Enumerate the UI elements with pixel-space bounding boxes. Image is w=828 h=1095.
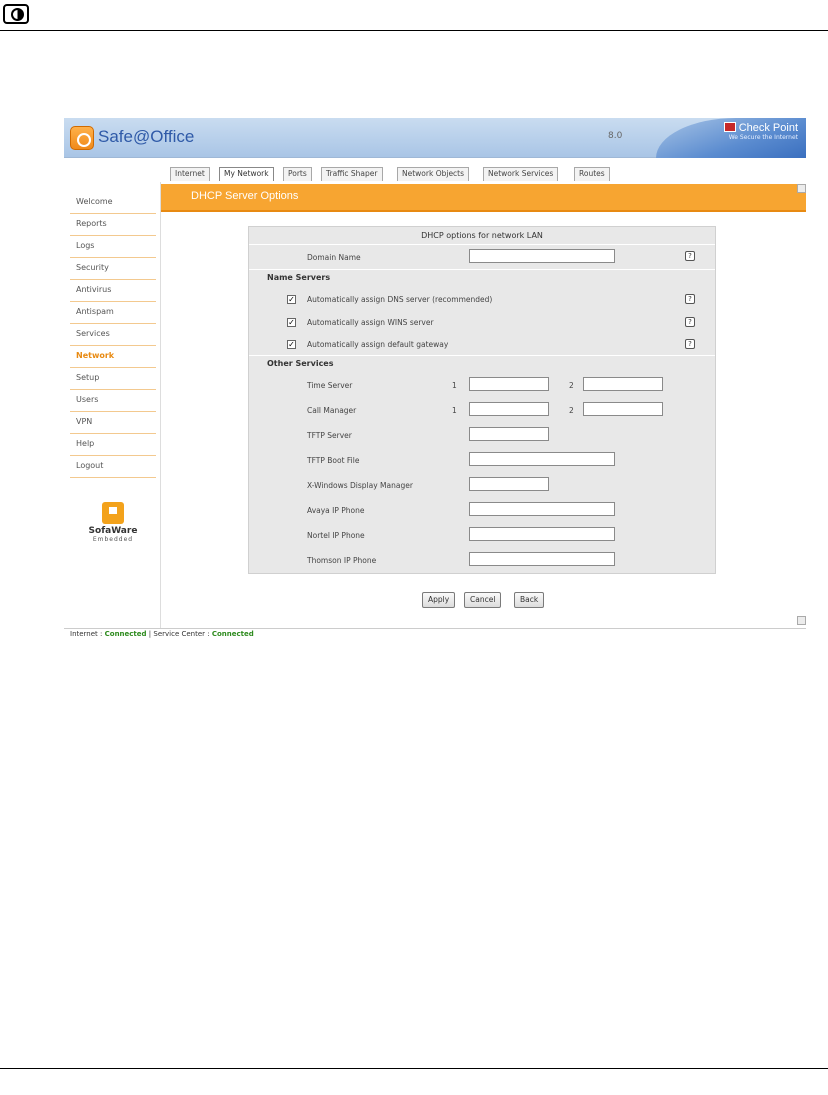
time-server-index-2: 2 [569,381,574,390]
call-manager-2-input[interactable] [583,402,663,416]
nortel-input[interactable] [469,527,615,541]
dns-checkbox-label: Automatically assign DNS server (recomme… [307,295,493,304]
help-icon[interactable]: ? [685,251,695,261]
tftp-server-label: TFTP Server [307,431,352,440]
top-rule [0,30,828,31]
avaya-label: Avaya IP Phone [307,506,365,515]
call-manager-index-2: 2 [569,406,574,415]
domain-name-label: Domain Name [307,253,361,262]
sidebar-item-vpn[interactable]: VPN [70,412,156,434]
time-server-label: Time Server [307,381,353,390]
scroll-down-arrow-icon[interactable] [797,616,806,625]
bottom-rule [0,1068,828,1069]
service-center-status-label: Service Center : [153,630,210,638]
tab-traffic-shaper[interactable]: Traffic Shaper [321,167,383,181]
time-server-index-1: 1 [452,381,457,390]
call-manager-1-input[interactable] [469,402,549,416]
brand-name: Safe@Office [98,127,195,146]
xwindows-label: X-Windows Display Manager [307,481,413,490]
sidebar-item-antivirus[interactable]: Antivirus [70,280,156,302]
sofaware-logo: SofaWare Embedded [88,502,138,543]
gateway-checkbox[interactable]: ✓ [287,340,296,349]
sidebar-item-network[interactable]: Network [70,346,156,368]
separator [249,269,715,270]
tab-network-objects[interactable]: Network Objects [397,167,470,181]
nortel-label: Nortel IP Phone [307,531,365,540]
tab-network-services[interactable]: Network Services [483,167,559,181]
status-bar: Internet : Connected | Service Center : … [64,628,806,640]
gateway-checkbox-label: Automatically assign default gateway [307,340,449,349]
name-servers-heading: Name Servers [267,273,331,282]
scroll-up-arrow-icon[interactable] [797,184,806,193]
sidebar-item-reports[interactable]: Reports [70,214,156,236]
sofaware-name: SofaWare [88,526,138,536]
sidebar-item-setup[interactable]: Setup [70,368,156,390]
apply-button[interactable]: Apply [422,592,456,608]
sidebar-item-welcome[interactable]: Welcome [70,192,156,214]
thomson-label: Thomson IP Phone [307,556,377,565]
separator [249,355,715,356]
other-services-heading: Other Services [267,359,334,368]
call-manager-index-1: 1 [452,406,457,415]
service-center-status-value: Connected [211,630,254,638]
sofa-icon [102,502,124,524]
vendor-name: Check Point [738,122,798,134]
tftp-server-input[interactable] [469,427,549,441]
vendor-tagline: We Secure the Internet [728,134,798,141]
document-mark-icon [3,4,29,24]
sidebar-item-logs[interactable]: Logs [70,236,156,258]
dns-checkbox[interactable]: ✓ [287,295,296,304]
tab-internet[interactable]: Internet [170,167,210,181]
check-point-logo: Check Point We Secure the Internet [723,122,798,141]
wins-checkbox-label: Automatically assign WINS server [307,318,434,327]
sidebar-item-security[interactable]: Security [70,258,156,280]
avaya-input[interactable] [469,502,615,516]
internet-status-value: Connected [104,630,147,638]
sidebar-item-help[interactable]: Help [70,434,156,456]
back-button[interactable]: Back [514,592,545,608]
panel-header: DHCP options for network LAN [249,227,715,245]
page-title-bar: DHCP Server Options [161,184,806,212]
tab-my-network[interactable]: My Network [219,167,274,181]
time-server-1-input[interactable] [469,377,549,391]
status-separator: | [148,630,152,638]
cancel-button[interactable]: Cancel [464,592,502,608]
sidebar-item-logout[interactable]: Logout [70,456,156,478]
sidebar: Welcome Reports Logs Security Antivirus … [70,192,156,478]
dhcp-options-panel: DHCP options for network LAN Domain Name… [248,226,716,574]
check-point-icon [723,122,736,132]
wins-checkbox[interactable]: ✓ [287,318,296,327]
app-window: Safe@Office 8.0 Check Point We Secure th… [64,118,806,640]
app-header: Safe@Office 8.0 Check Point We Secure th… [64,118,806,158]
safe-office-logo-icon [70,126,94,150]
help-icon[interactable]: ? [685,339,695,349]
tab-ports[interactable]: Ports [283,167,312,181]
sofaware-sub: Embedded [92,536,134,543]
time-server-2-input[interactable] [583,377,663,391]
tftp-boot-file-input[interactable] [469,452,615,466]
help-icon[interactable]: ? [685,317,695,327]
tab-routes[interactable]: Routes [574,167,610,181]
tftp-boot-file-label: TFTP Boot File [307,456,360,465]
version-label: 8.0 [608,131,623,141]
page-title: DHCP Server Options [191,190,299,202]
sidebar-item-users[interactable]: Users [70,390,156,412]
xwindows-input[interactable] [469,477,549,491]
thomson-input[interactable] [469,552,615,566]
internet-status-label: Internet : [70,630,103,638]
domain-name-input[interactable] [469,249,615,263]
call-manager-label: Call Manager [307,406,357,415]
sidebar-item-services[interactable]: Services [70,324,156,346]
sidebar-item-antispam[interactable]: Antispam [70,302,156,324]
help-icon[interactable]: ? [685,294,695,304]
